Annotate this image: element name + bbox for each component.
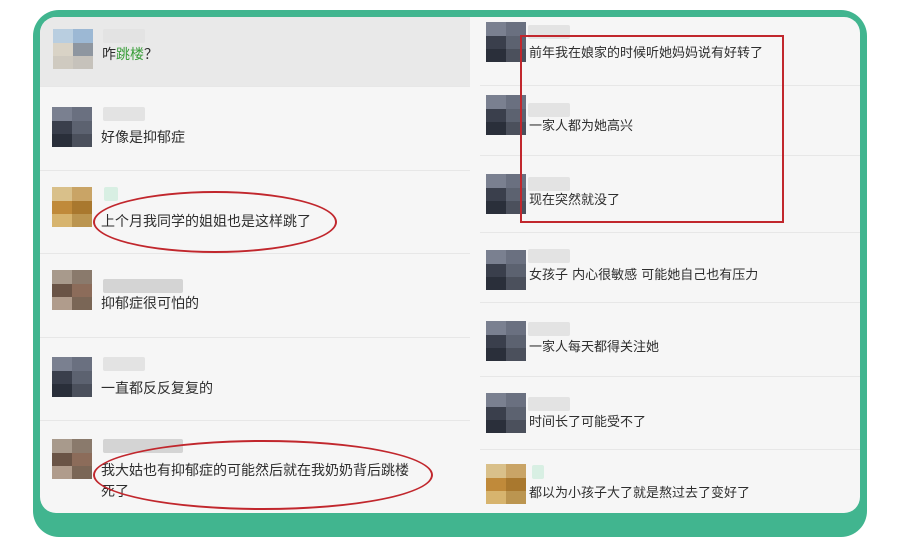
avatar-icon[interactable] <box>52 187 92 227</box>
username[interactable] <box>103 279 183 293</box>
avatar-icon[interactable] <box>52 270 92 310</box>
avatar-icon[interactable] <box>486 393 526 433</box>
comment-text: 咋跳楼？ <box>102 47 158 63</box>
comment-text: 抑郁症很可怕的 <box>101 296 199 312</box>
username[interactable] <box>103 357 145 371</box>
avatar-icon[interactable] <box>52 439 92 479</box>
username[interactable] <box>528 397 570 411</box>
comment-item[interactable]: 一家人每天都得关注她 <box>480 302 860 377</box>
username[interactable] <box>103 107 145 121</box>
comment-text: 一直都反反复复的 <box>101 381 213 397</box>
comment-panel: 咋跳楼？ 好像是抑郁症 上个月我同学的姐姐也是这样跳了 抑郁症很可怕的 一直都反… <box>40 17 860 513</box>
avatar-icon[interactable] <box>486 321 526 361</box>
comment-text: 好像是抑郁症 <box>101 130 185 146</box>
comment-item[interactable]: 好像是抑郁症 <box>40 86 470 171</box>
avatar-icon[interactable] <box>52 357 92 397</box>
avatar-icon[interactable] <box>53 29 93 69</box>
comment-text: 都以为小孩子大了就是熬过去了变好了 <box>529 486 751 501</box>
comment-text: 女孩子 内心很敏感 可能她自己也有压力 <box>529 268 759 283</box>
comment-text: 一家人每天都得关注她 <box>529 340 660 355</box>
username[interactable] <box>104 187 118 201</box>
comment-item[interactable]: 咋跳楼？ <box>40 17 470 87</box>
avatar-icon[interactable] <box>52 107 92 147</box>
red-circle-annotation <box>93 191 337 253</box>
comment-item[interactable]: 时间长了可能受不了 <box>480 376 860 450</box>
highlight-keyword[interactable]: 跳楼 <box>116 47 144 63</box>
avatar-icon[interactable] <box>486 464 526 504</box>
comment-item[interactable]: 都以为小孩子大了就是熬过去了变好了 <box>480 449 860 513</box>
username[interactable] <box>528 249 570 263</box>
comment-item[interactable]: 抑郁症很可怕的 <box>40 253 470 338</box>
red-box-annotation <box>520 35 784 223</box>
comment-item[interactable]: 一直都反反复复的 <box>40 337 470 421</box>
avatar-icon[interactable] <box>486 250 526 290</box>
username[interactable] <box>528 322 570 336</box>
red-circle-annotation <box>93 440 433 510</box>
comment-item[interactable]: 女孩子 内心很敏感 可能她自己也有压力 <box>480 232 860 303</box>
username[interactable] <box>103 29 145 43</box>
comment-text: 时间长了可能受不了 <box>529 415 647 430</box>
username[interactable] <box>532 465 544 479</box>
